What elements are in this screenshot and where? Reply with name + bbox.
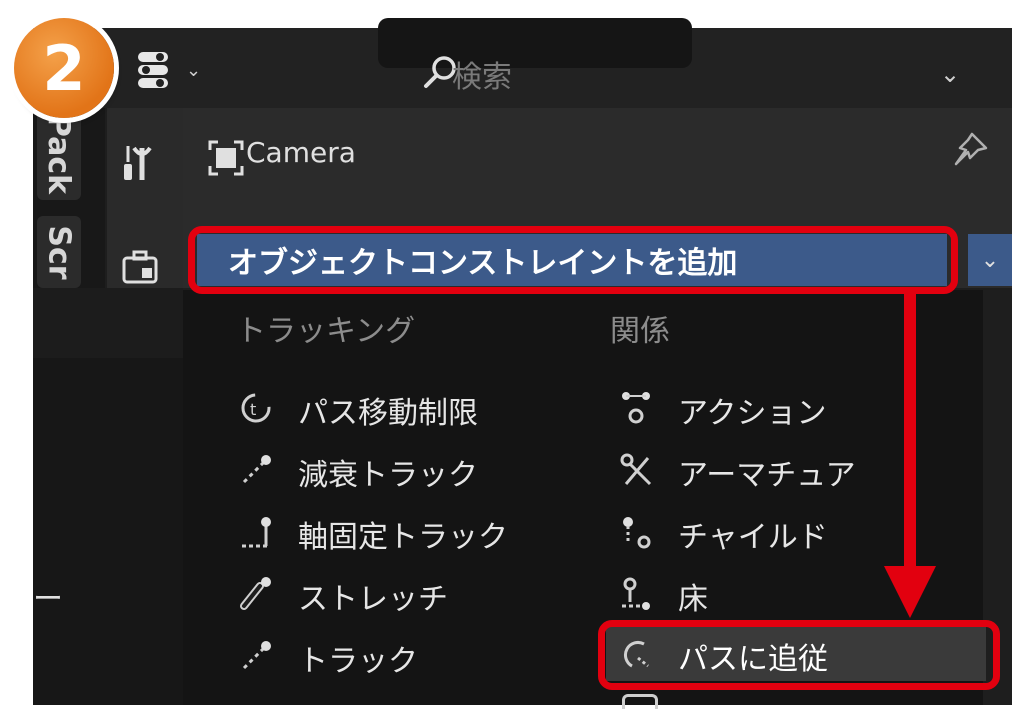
menu-item-label: パス移動制限: [298, 396, 478, 431]
menu-item-label: トラック: [298, 644, 418, 679]
camera-object-icon: [206, 138, 246, 178]
search-placeholder: 検索: [452, 60, 512, 95]
floor-icon: [616, 576, 656, 612]
damped-track-icon: [236, 452, 276, 488]
menu-item-label: ストレッチ: [298, 582, 448, 617]
next-item-icon-partial: [622, 694, 658, 709]
editor-type-icon[interactable]: [136, 50, 184, 90]
menu-item-locked-track[interactable]: 軸固定トラック: [236, 512, 576, 556]
annotation-highlight-add-constraint: [188, 226, 958, 294]
tool-properties-icon[interactable]: [120, 142, 160, 186]
outliner-text-fragment: ー: [33, 582, 63, 617]
step-number-badge: 2: [14, 18, 114, 118]
menu-heading-relationship: 関係: [610, 314, 670, 349]
object-data-icon[interactable]: [120, 250, 160, 286]
chevron-down-icon[interactable]: ⌄: [968, 234, 1012, 286]
sidebar-tab-pack[interactable]: Pack: [37, 108, 81, 200]
menu-item-track-to[interactable]: トラック: [236, 636, 576, 680]
sidebar-tab-strip: Pack Scr: [33, 108, 105, 288]
menu-item-label: アーマチュア: [678, 458, 856, 493]
svg-text:t: t: [250, 400, 256, 419]
outliner-header: [33, 288, 183, 358]
sidebar-tab-label: Pack: [41, 114, 77, 194]
sidebar-tab-scr[interactable]: Scr: [37, 216, 81, 288]
track-to-icon: [236, 638, 276, 674]
action-icon: [616, 390, 656, 426]
chevron-down-icon[interactable]: ⌄: [186, 60, 201, 81]
menu-item-label: チャイルド: [678, 520, 828, 555]
pin-icon[interactable]: [950, 130, 990, 179]
menu-item-stretch-to[interactable]: ストレッチ: [236, 574, 576, 618]
menu-item-label: 床: [678, 582, 708, 617]
follow-path-clamp-icon: t: [236, 390, 276, 426]
menu-item-damped-track[interactable]: 減衰トラック: [236, 450, 576, 494]
annotation-highlight-follow-path: [598, 620, 1000, 690]
menu-item-label: 減衰トラック: [298, 458, 478, 493]
sidebar-tab-label: Scr: [41, 224, 77, 280]
annotation-arrow-shaft: [904, 290, 916, 570]
menu-heading-tracking: トラッキング: [236, 314, 416, 349]
step-number: 2: [42, 31, 86, 105]
annotation-arrow-head: [884, 566, 936, 618]
armature-icon: [616, 452, 656, 488]
panel-options-chevron-icon[interactable]: ⌄: [940, 60, 960, 88]
stretch-to-icon: [236, 576, 276, 612]
menu-item-label: 軸固定トラック: [298, 520, 508, 555]
child-of-icon: [616, 514, 656, 550]
locked-track-icon: [236, 514, 276, 550]
object-name-label: Camera: [246, 136, 356, 169]
menu-item-follow-path-clamp[interactable]: t パス移動制限: [236, 388, 576, 432]
menu-item-label: アクション: [678, 396, 827, 431]
